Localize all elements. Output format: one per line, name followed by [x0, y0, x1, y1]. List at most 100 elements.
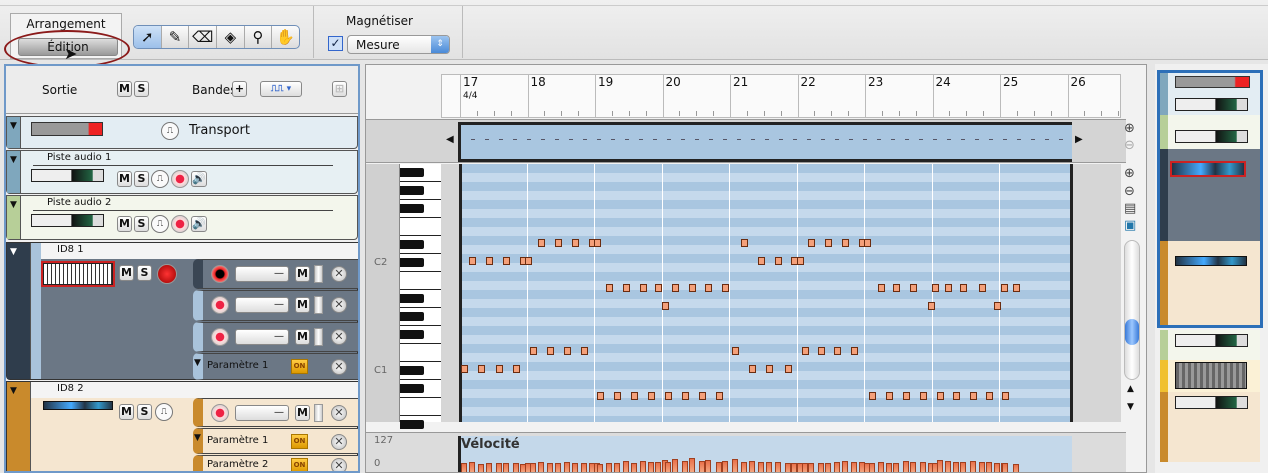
velocity-bar[interactable]: [461, 463, 467, 472]
pencil-icon[interactable]: ✎: [162, 26, 190, 48]
mute-tool-icon[interactable]: ◈: [217, 26, 245, 48]
midi-note[interactable]: [931, 284, 939, 292]
remove-lane-button[interactable]: ✕: [331, 266, 347, 282]
remove-lane-button[interactable]: ✕: [331, 434, 347, 450]
midi-note[interactable]: [902, 392, 910, 400]
velocity-bar[interactable]: [808, 462, 815, 472]
velocity-bar[interactable]: [766, 461, 773, 472]
scrollbar-thumb[interactable]: [1125, 319, 1139, 345]
midi-note[interactable]: [985, 392, 993, 400]
midi-note[interactable]: [513, 365, 520, 373]
mute-button[interactable]: M: [117, 216, 132, 232]
midi-note[interactable]: [885, 392, 893, 400]
midi-note[interactable]: [818, 347, 826, 355]
velocity-bar[interactable]: [869, 463, 876, 472]
midi-note[interactable]: [850, 347, 858, 355]
record-arm-button[interactable]: [211, 404, 229, 422]
velocity-bar[interactable]: [469, 462, 476, 472]
lane-fader[interactable]: [314, 328, 323, 346]
lane-mute-button[interactable]: M: [295, 405, 310, 421]
velocity-bar[interactable]: [960, 462, 967, 472]
velocity-bar[interactable]: [953, 461, 960, 472]
velocity-bar[interactable]: [648, 462, 654, 472]
add-lane-button[interactable]: +: [232, 81, 247, 97]
velocity-bar[interactable]: [732, 458, 739, 472]
track-name[interactable]: Piste audio 1: [33, 152, 333, 166]
midi-note[interactable]: [605, 284, 613, 292]
velocity-bar[interactable]: [1002, 462, 1009, 472]
velocity-bar[interactable]: [477, 463, 484, 472]
velocity-bar[interactable]: [614, 463, 621, 472]
velocity-bar[interactable]: [970, 461, 977, 472]
midi-note[interactable]: [546, 347, 554, 355]
mute-all-button[interactable]: M: [117, 81, 132, 97]
midi-note[interactable]: [978, 284, 986, 292]
midi-note[interactable]: [825, 239, 833, 247]
midi-note[interactable]: [749, 365, 757, 373]
lane-type-dropdown[interactable]: ⎍⎍ ▾: [260, 81, 302, 97]
midi-note[interactable]: [774, 257, 782, 265]
midi-note[interactable]: [594, 239, 601, 247]
scroll-left-arrow-icon[interactable]: ◀: [446, 134, 454, 145]
midi-note[interactable]: [622, 284, 630, 292]
velocity-bar[interactable]: [757, 462, 764, 472]
midi-note[interactable]: [555, 239, 563, 247]
velocity-bar[interactable]: [784, 462, 791, 472]
scroll-down-arrow-icon[interactable]: ▼: [1127, 402, 1134, 412]
waveform-icon[interactable]: ⎍: [155, 403, 173, 421]
midi-note[interactable]: [909, 284, 917, 292]
note-grid[interactable]: [441, 164, 1121, 422]
velocity-bar[interactable]: [978, 461, 985, 472]
remove-lane-button[interactable]: ✕: [331, 329, 347, 345]
midi-note[interactable]: [953, 392, 961, 400]
remove-lane-button[interactable]: ✕: [331, 297, 347, 313]
velocity-bar[interactable]: [513, 463, 519, 472]
lane-dropdown[interactable]: —: [235, 266, 289, 282]
scroll-up-arrow-icon[interactable]: ▲: [1127, 384, 1134, 394]
solo-button[interactable]: S: [137, 404, 152, 420]
velocity-bar[interactable]: [818, 463, 825, 472]
midi-note[interactable]: [945, 284, 952, 292]
velocity-bar[interactable]: [1012, 463, 1019, 472]
midi-note[interactable]: [784, 365, 792, 373]
piano-keyboard[interactable]: [399, 164, 441, 429]
midi-note[interactable]: [892, 284, 900, 292]
midi-note[interactable]: [740, 239, 748, 247]
midi-note[interactable]: [486, 257, 493, 265]
collapse-triangle-icon[interactable]: ▼: [10, 121, 17, 131]
velocity-bar[interactable]: [985, 462, 992, 472]
midi-note[interactable]: [664, 392, 672, 400]
velocity-bar[interactable]: [671, 459, 678, 472]
vertical-scrollbar[interactable]: [1124, 240, 1140, 380]
parameter-on-toggle[interactable]: ON: [291, 434, 308, 449]
track-name[interactable]: ID8 2: [43, 383, 84, 397]
solo-button[interactable]: S: [134, 171, 149, 187]
midi-note[interactable]: [833, 347, 841, 355]
lane-mute-button[interactable]: M: [295, 297, 310, 313]
midi-note[interactable]: [757, 257, 765, 265]
velocity-area[interactable]: Vélocité: [458, 436, 1072, 472]
midi-note[interactable]: [654, 284, 662, 292]
record-arm-button[interactable]: [211, 296, 229, 314]
midi-note[interactable]: [705, 284, 713, 292]
midi-note[interactable]: [671, 284, 679, 292]
midi-note[interactable]: [639, 284, 647, 292]
midi-note[interactable]: [529, 347, 537, 355]
midi-note[interactable]: [919, 392, 927, 400]
lane-dropdown[interactable]: —: [235, 297, 289, 313]
waveform-icon[interactable]: ⎍: [151, 170, 169, 188]
record-arm-button[interactable]: [171, 215, 189, 233]
zoom-in-vertical-icon[interactable]: ⊕: [1124, 166, 1135, 181]
velocity-bar[interactable]: [688, 458, 695, 472]
collapse-triangle-icon[interactable]: ▼: [194, 433, 201, 443]
midi-note[interactable]: [993, 302, 1001, 310]
transport-controls[interactable]: [31, 122, 103, 136]
midi-note[interactable]: [732, 347, 740, 355]
velocity-bar[interactable]: [842, 461, 849, 472]
velocity-bar[interactable]: [945, 460, 951, 472]
midi-note[interactable]: [722, 284, 730, 292]
velocity-bar[interactable]: [877, 461, 884, 472]
speaker-icon[interactable]: 🔊: [191, 216, 207, 232]
record-arm-button[interactable]: [211, 265, 229, 283]
midi-note[interactable]: [469, 257, 477, 265]
